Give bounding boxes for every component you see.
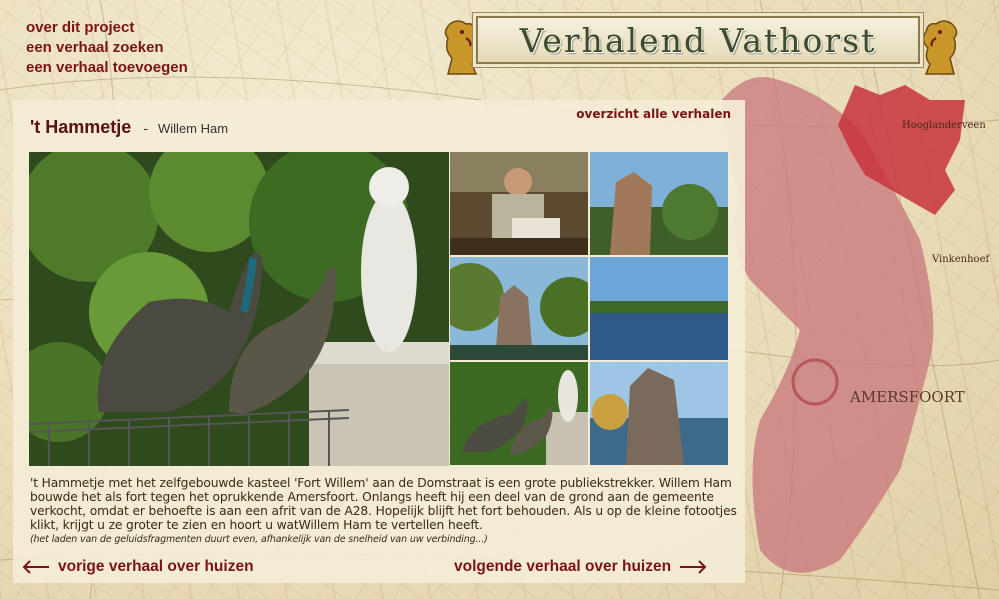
nav-find-story-link[interactable]: een verhaal zoeken xyxy=(26,38,188,58)
thumb-castle-trees[interactable] xyxy=(450,257,588,360)
nav-add-story-link[interactable]: een verhaal toevoegen xyxy=(26,58,188,78)
thumb-castle-sunlit[interactable] xyxy=(590,152,728,255)
thumb-ruin-lake[interactable] xyxy=(590,362,728,465)
title-separator: - xyxy=(143,122,149,137)
story-title: 't Hammetje xyxy=(30,117,132,137)
nav-about-link[interactable]: over dit project xyxy=(26,18,188,38)
loading-note: (het laden van de geluidsfragmenten duur… xyxy=(30,534,488,545)
story-author: Willem Ham xyxy=(158,121,229,136)
thumb-accordion-player[interactable] xyxy=(450,152,588,255)
map-label-vinkenhoef: Vinkenhoef xyxy=(931,254,990,265)
next-story-link[interactable]: volgende verhaal over huizen xyxy=(454,558,707,576)
overview-all-stories-link[interactable]: overzicht alle verhalen xyxy=(576,107,731,121)
story-heading: 't Hammetje - Willem Ham xyxy=(30,117,228,138)
previous-story-label: vorige verhaal over huizen xyxy=(58,558,254,575)
arrow-left-icon xyxy=(22,560,49,574)
story-body: 't Hammetje met het zelfgebouwde kasteel… xyxy=(30,476,742,547)
site-title: Verhalend Vathorst xyxy=(519,20,877,60)
site-banner: Verhalend Vathorst xyxy=(476,16,920,64)
thumb-peacocks[interactable] xyxy=(450,362,588,465)
thumb-lake[interactable] xyxy=(590,257,728,360)
story-text: 't Hammetje met het zelfgebouwde kasteel… xyxy=(30,476,737,532)
arrow-right-icon xyxy=(680,560,707,574)
map-label-amersfoort: AMERSFOORT xyxy=(849,388,965,406)
map-label-hooglanderveen: Hooglanderveen xyxy=(902,120,986,131)
lion-right-icon xyxy=(922,20,958,75)
next-story-label: volgende verhaal over huizen xyxy=(454,558,672,575)
story-panel: 't Hammetje - Willem Ham overzicht alle … xyxy=(13,100,745,583)
main-nav: over dit project een verhaal zoeken een … xyxy=(26,18,188,78)
previous-story-link[interactable]: vorige verhaal over huizen xyxy=(22,558,254,576)
main-photo xyxy=(29,152,449,466)
